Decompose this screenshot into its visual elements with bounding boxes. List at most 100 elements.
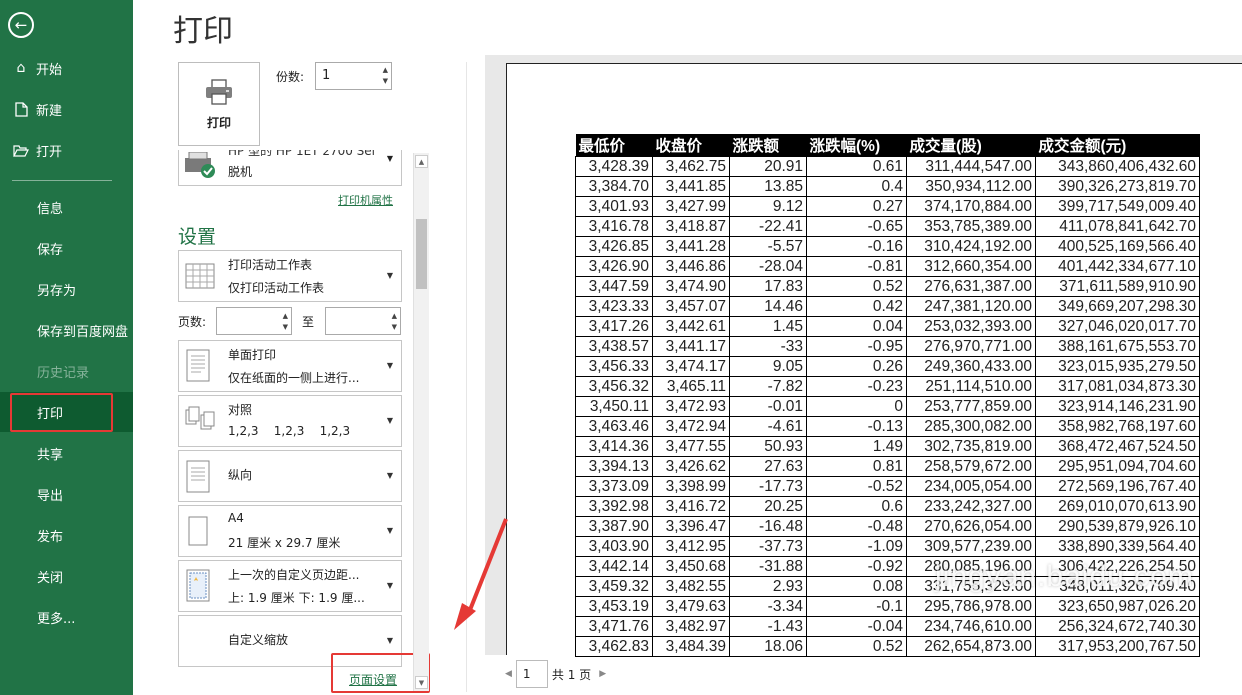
table-cell: -0.01	[729, 396, 807, 417]
sidebar-item-share[interactable]: 共享	[0, 433, 133, 473]
printer-name: HP 型的 HP 1ET 2700 Sel	[228, 150, 376, 158]
table-cell: 350,934,112.00	[906, 176, 1036, 197]
table-cell: 3,428.39	[575, 156, 653, 177]
table-cell: 3,384.70	[575, 176, 653, 197]
sidebar-item-new[interactable]: 新建	[0, 89, 133, 129]
table-row: 3,450.11 3,472.93 -0.01 0 253,777,859.00 323,…	[575, 396, 1200, 417]
copies-stepper[interactable]: ▲ ▼	[383, 65, 388, 87]
margins-select[interactable]: 上一次的自定义页边距... 上: 1.9 厘米 下: 1.9 厘... ▼	[178, 560, 402, 612]
table-cell: 234,005,054.00	[906, 476, 1036, 497]
sides-select[interactable]: 单面打印 仅在纸面的一侧上进行... ▼	[178, 340, 402, 392]
copies-input[interactable]: 1 ▲ ▼	[315, 62, 392, 90]
table-cell: 0.81	[806, 456, 907, 477]
paper-size-select[interactable]: A4 21 厘米 x 29.7 厘米 ▼	[178, 505, 402, 557]
table-cell: 3,398.99	[652, 476, 730, 497]
table-cell: 311,444,547.00	[906, 156, 1036, 177]
table-cell: 371,611,589,910.90	[1035, 276, 1200, 297]
table-cell: 3,479.63	[652, 596, 730, 617]
table-row: 3,438.57 3,441.17 -33 -0.95 276,970,771.00 38…	[575, 336, 1200, 357]
table-cell: 3,477.55	[652, 436, 730, 457]
copies-value: 1	[322, 68, 331, 83]
prev-page-icon[interactable]: ◀	[505, 669, 512, 679]
table-cell: 258,579,672.00	[906, 456, 1036, 477]
table-cell: 2.93	[729, 576, 807, 597]
print-what-select[interactable]: 打印活动工作表 仅打印活动工作表 ▼	[178, 250, 402, 302]
table-cell: 234,746,610.00	[906, 616, 1036, 637]
pages-to-stepper[interactable]: ▲ ▼	[392, 311, 397, 333]
table-cell: 3,471.76	[575, 616, 653, 637]
table-cell: 343,860,406,432.60	[1035, 156, 1200, 177]
paper-size-icon	[185, 516, 213, 552]
table-cell: 317,953,200,767.50	[1035, 636, 1200, 657]
table-cell: 317,081,034,873.30	[1035, 376, 1200, 397]
table-cell: 0.08	[806, 576, 907, 597]
paper-size-value: A4	[228, 511, 244, 525]
table-row: 3,401.93 3,427.99 9.12 0.27 374,170,884.00 39…	[575, 196, 1200, 217]
table-cell: 27.63	[729, 456, 807, 477]
table-cell: 290,539,879,926.10	[1035, 516, 1200, 537]
scroll-down-icon[interactable]: ▼	[415, 676, 428, 689]
pages-from-stepper[interactable]: ▲ ▼	[283, 311, 288, 333]
print-button[interactable]: 打印	[178, 62, 260, 146]
dropdown-arrow-icon: ▼	[386, 154, 393, 163]
dropdown-arrow-icon: ▼	[386, 416, 393, 425]
sidebar-item-info[interactable]: 信息	[0, 187, 133, 227]
table-cell: 295,786,978.00	[906, 596, 1036, 617]
sidebar-item-more[interactable]: 更多...	[0, 597, 133, 637]
table-cell: 368,472,467,524.50	[1035, 436, 1200, 457]
pages-from-input[interactable]: ▲ ▼	[216, 307, 292, 335]
table-cell: 3,438.57	[575, 336, 653, 357]
table-cell: 3,442.14	[575, 556, 653, 577]
table-cell: 270,626,054.00	[906, 516, 1036, 537]
table-cell: 388,161,675,553.70	[1035, 336, 1200, 357]
current-page-input[interactable]: 1	[515, 660, 548, 688]
table-cell: 3,484.39	[652, 636, 730, 657]
sidebar-item-export[interactable]: 导出	[0, 474, 133, 514]
sidebar-item-open[interactable]: 打开	[0, 130, 133, 170]
table-cell: 276,631,387.00	[906, 276, 1036, 297]
table-cell: 323,650,987,026.20	[1035, 596, 1200, 617]
table-cell: 323,914,146,231.90	[1035, 396, 1200, 417]
sidebar-item-save[interactable]: 保存	[0, 228, 133, 268]
sidebar-item-save-to-baidu[interactable]: 保存到百度网盘	[0, 310, 133, 350]
dropdown-arrow-icon: ▼	[386, 636, 393, 645]
settings-scrollbar[interactable]: ▲ ▼	[413, 153, 429, 691]
backstage-sidebar: ← ⌂ 开始 新建 打开 信息 保存 另存为 保存到百度网盘 历史记录 打印 共…	[0, 0, 133, 695]
table-cell: -28.04	[729, 256, 807, 277]
sidebar-item-close[interactable]: 关闭	[0, 556, 133, 596]
print-button-label: 打印	[206, 115, 231, 130]
table-cell: 3,418.87	[652, 216, 730, 237]
table-cell: 3,427.99	[652, 196, 730, 217]
paper-size-desc: 21 厘米 x 29.7 厘米	[228, 536, 341, 550]
table-row: 3,456.32 3,465.11 -7.82 -0.23 251,114,510.00…	[575, 376, 1200, 397]
sides-value: 单面打印	[228, 348, 277, 362]
table-cell: 1.45	[729, 316, 807, 337]
sidebar-item-label: 新建	[36, 103, 63, 119]
scroll-thumb[interactable]	[416, 219, 427, 289]
orientation-select[interactable]: 纵向 ▼	[178, 450, 402, 502]
collate-select[interactable]: 对照 1,2,3 1,2,3 1,2,3 ▼	[178, 395, 402, 447]
sidebar-item-publish[interactable]: 发布	[0, 515, 133, 555]
table-cell: 323,015,935,279.50	[1035, 356, 1200, 377]
table-header-row: 最低价 收盘价 涨跌额 涨跌幅(%) 成交量(股) 成交金额(元)	[575, 134, 1200, 157]
table-cell: 3,462.75	[652, 156, 730, 177]
printer-properties-link[interactable]: 打印机属性	[338, 192, 393, 208]
sidebar-item-home[interactable]: ⌂ 开始	[0, 48, 133, 88]
table-cell: -0.16	[806, 236, 907, 257]
pages-to-input[interactable]: ▲ ▼	[325, 307, 401, 335]
table-row: 3,428.39 3,462.75 20.91 0.61 311,444,547.00 3…	[575, 156, 1200, 177]
scroll-up-icon[interactable]: ▲	[415, 155, 428, 168]
column-header: 涨跌幅(%)	[806, 134, 907, 157]
table-row: 3,471.76 3,482.97 -1.43 -0.04 234,746,610.00…	[575, 616, 1200, 637]
sidebar-item-save-as[interactable]: 另存为	[0, 269, 133, 309]
back-arrow-icon[interactable]: ←	[8, 12, 34, 38]
table-cell: 253,032,393.00	[906, 316, 1036, 337]
table-cell: 3,447.59	[575, 276, 653, 297]
table-cell: 50.93	[729, 436, 807, 457]
table-cell: 310,424,192.00	[906, 236, 1036, 257]
table-row: 3,447.59 3,474.90 17.83 0.52 276,631,387.00 3…	[575, 276, 1200, 297]
table-cell: 3,426.62	[652, 456, 730, 477]
next-page-icon[interactable]: ▶	[599, 669, 606, 679]
printer-select[interactable]: HP 型的 HP 1ET 2700 Sel 脱机 ▼	[178, 150, 402, 186]
table-cell: 20.25	[729, 496, 807, 517]
